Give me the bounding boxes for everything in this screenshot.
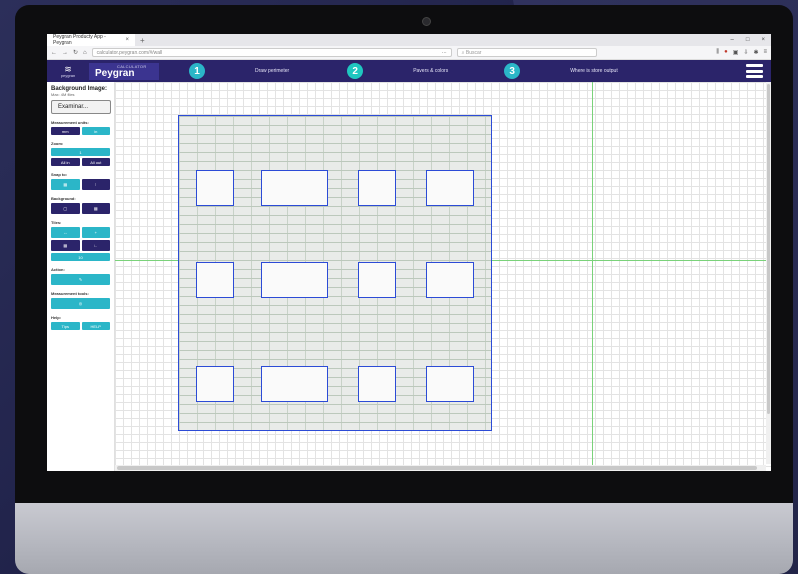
window-opening[interactable] xyxy=(358,170,396,206)
step-1-number: 1 xyxy=(189,63,205,79)
back-icon[interactable]: ← xyxy=(51,50,57,56)
window-opening[interactable] xyxy=(261,262,328,298)
step-1[interactable]: 1 Draw perimeter xyxy=(189,63,289,79)
blocker-icon[interactable]: ● xyxy=(724,49,728,56)
maximize-icon[interactable]: □ xyxy=(746,37,750,43)
step-3-label: Where is store output xyxy=(570,68,618,74)
window-opening[interactable] xyxy=(426,366,474,402)
window-opening[interactable] xyxy=(261,170,328,206)
step-2-number: 2 xyxy=(347,63,364,79)
window-opening[interactable] xyxy=(358,366,396,402)
measurement-units-label: Measurement units: xyxy=(51,120,89,125)
forward-icon[interactable]: → xyxy=(62,50,68,56)
window-opening[interactable] xyxy=(358,262,396,298)
download-icon[interactable]: ⇩ xyxy=(743,49,748,56)
help-label: Help: xyxy=(51,315,61,320)
help-tips-button[interactable]: Tips xyxy=(51,322,80,330)
brand-name: Peygran xyxy=(95,67,135,79)
vertical-scrollbar[interactable] xyxy=(766,82,771,464)
menu-icon[interactable]: ≡ xyxy=(763,49,767,56)
tiles-count: 10 xyxy=(51,253,110,261)
unit-in-button[interactable]: in xyxy=(81,127,110,135)
window-opening[interactable] xyxy=(196,170,234,206)
step-3-number: 3 xyxy=(504,63,521,79)
tab-close-icon[interactable]: × xyxy=(125,37,129,43)
unit-mm-button[interactable]: mm xyxy=(51,127,80,135)
snap-grid-icon[interactable]: ▦ xyxy=(51,179,80,190)
peygran-logo[interactable]: ≋ peygran xyxy=(47,63,85,78)
tile-grid-icon[interactable]: ▦ xyxy=(51,240,80,251)
logo-text: peygran xyxy=(60,72,76,78)
browser-search-field[interactable]: ⌕ Buscar xyxy=(456,48,597,57)
addon-icon[interactable]: ✱ xyxy=(753,49,758,56)
window-opening[interactable] xyxy=(261,366,328,402)
library-icon[interactable]: ⫼ xyxy=(716,49,719,56)
tile-horizontal-icon[interactable]: ↔ xyxy=(51,227,80,238)
tile-corner-icon[interactable]: ∟ xyxy=(81,240,110,251)
close-window-icon[interactable]: × xyxy=(761,37,765,43)
new-tab-button[interactable]: + xyxy=(135,36,150,45)
background-label: Background: xyxy=(51,196,76,201)
extensions-toolbar: ⫼ ● ▣ ⇩ ✱ ≡ xyxy=(716,49,767,56)
zoom-all-in-button[interactable]: All in xyxy=(51,158,80,166)
webcam xyxy=(422,17,431,26)
window-controls: – □ × xyxy=(731,37,771,43)
home-icon[interactable]: ⌂ xyxy=(83,50,87,56)
step-3[interactable]: 3 Where is store output xyxy=(504,63,618,79)
main-area: Background Image: Max: 4M files Examinar… xyxy=(47,82,771,471)
horizontal-scrollbar[interactable] xyxy=(115,465,766,471)
guide-line-vertical xyxy=(592,82,593,471)
page-actions-icon[interactable]: ··· xyxy=(442,50,447,56)
background-grid-icon[interactable]: ▦ xyxy=(81,203,110,214)
address-bar[interactable]: calculator.peygran.com/#/wall ··· xyxy=(91,48,452,57)
step-2[interactable]: 2 Pavers & colors xyxy=(347,63,448,79)
browser-nav-bar: ← → ↻ ⌂ calculator.peygran.com/#/wall ··… xyxy=(47,46,771,60)
window-opening[interactable] xyxy=(426,262,474,298)
window-opening[interactable] xyxy=(196,262,234,298)
url-text: calculator.peygran.com/#/wall xyxy=(96,49,163,56)
tab-title: Peygran Producty App - Peygran xyxy=(53,34,106,46)
action-label: Action: xyxy=(51,267,65,272)
search-placeholder: Buscar xyxy=(465,49,482,56)
help-button[interactable]: HELP xyxy=(81,322,110,330)
step-1-label: Draw perimeter xyxy=(255,68,290,74)
sidebar-icon[interactable]: ▣ xyxy=(733,49,739,56)
zoom-all-out-button[interactable]: All out xyxy=(81,158,110,166)
zoom-label: Zoom: xyxy=(51,141,64,146)
measurement-tools-label: Measurement tools: xyxy=(51,291,89,296)
edit-pencil-icon[interactable]: ✎ xyxy=(51,274,110,285)
snap-point-icon[interactable]: ⁝ xyxy=(81,179,110,190)
tools-sidebar: Background Image: Max: 4M files Examinar… xyxy=(47,82,115,471)
browser-tab[interactable]: Peygran Producty App - Peygran × xyxy=(47,34,135,46)
drawing-canvas[interactable] xyxy=(115,82,771,471)
reload-icon[interactable]: ↻ xyxy=(73,49,78,56)
monitor-chin xyxy=(15,503,793,574)
minimize-icon[interactable]: – xyxy=(731,37,734,43)
step-2-label: Pavers & colors xyxy=(413,68,449,74)
tile-add-icon[interactable]: + xyxy=(81,227,110,238)
app-header: ≋ peygran CALCULATOR Peygran 1 Draw peri… xyxy=(47,60,771,82)
browser-tab-bar: Peygran Producty App - Peygran × + – □ × xyxy=(47,34,771,46)
measure-tool-icon[interactable]: ◎ xyxy=(51,298,110,309)
window-opening[interactable] xyxy=(196,366,234,402)
bg-image-hint: Max: 4M files xyxy=(51,92,75,97)
brand-block: CALCULATOR Peygran xyxy=(89,62,159,80)
window-opening[interactable] xyxy=(426,170,474,206)
screen: Peygran Producty App - Peygran × + – □ ×… xyxy=(47,34,771,471)
hamburger-menu-icon[interactable] xyxy=(746,64,763,78)
snap-label: Snap to: xyxy=(51,172,67,177)
logo-mark-icon: ≋ xyxy=(64,63,72,74)
browse-file-button[interactable]: Examinar... xyxy=(51,100,111,114)
tiles-label: Tiles: xyxy=(51,220,62,225)
zoom-value: 1 xyxy=(51,148,110,156)
background-image-icon[interactable]: ▢ xyxy=(51,203,80,214)
